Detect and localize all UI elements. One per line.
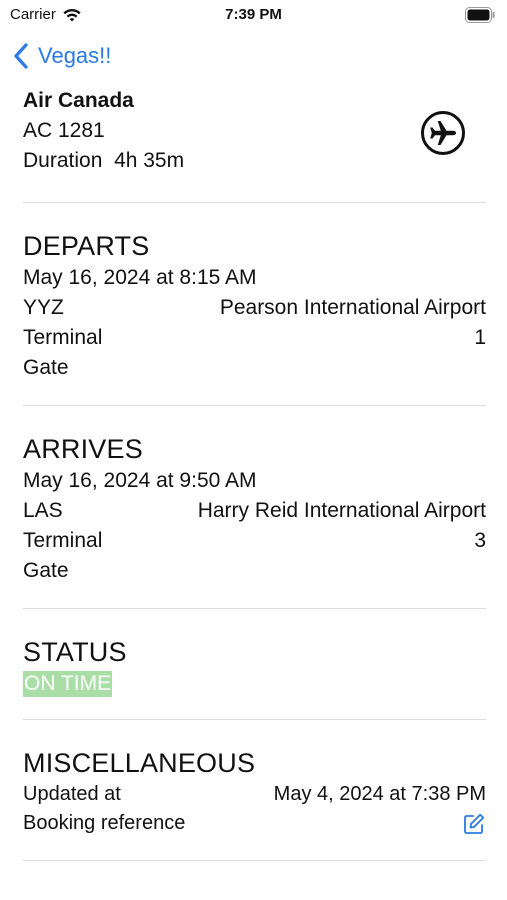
divider	[23, 719, 486, 720]
status-section: STATUS ON TIME	[23, 635, 486, 697]
divider	[23, 860, 486, 861]
flight-number: AC 1281	[23, 119, 105, 142]
status-bar: Carrier 7:39 PM	[0, 0, 507, 32]
departs-terminal-row: Terminal 1	[23, 323, 486, 353]
edit-icon[interactable]	[462, 812, 486, 836]
arrives-airport: Harry Reid International Airport	[197, 499, 486, 522]
departs-gate-row: Gate	[23, 353, 486, 383]
back-button[interactable]: Vegas!!	[12, 42, 111, 70]
updated-row: Updated at May 4, 2024 at 7:38 PM	[23, 780, 486, 809]
airplane-icon	[421, 111, 465, 155]
arrives-datetime: May 16, 2024 at 9:50 AM	[23, 469, 257, 492]
booking-label: Booking reference	[23, 812, 186, 834]
arrives-code: LAS	[23, 499, 63, 522]
updated-label: Updated at	[23, 783, 121, 805]
flight-duration: Duration 4h 35m	[23, 146, 486, 176]
divider	[23, 608, 486, 609]
duration-label: Duration	[23, 149, 103, 172]
arrives-gate-label: Gate	[23, 559, 69, 582]
arrives-title: ARRIVES	[23, 434, 143, 464]
departs-airport: Pearson International Airport	[219, 296, 486, 319]
departs-datetime: May 16, 2024 at 8:15 AM	[23, 266, 257, 289]
departs-terminal-label: Terminal	[23, 326, 103, 349]
misc-title: MISCELLANEOUS	[23, 748, 256, 778]
arrives-section: ARRIVES May 16, 2024 at 9:50 AM LAS Harr…	[23, 432, 486, 586]
battery-icon	[465, 7, 495, 23]
flight-details: Air Canada AC 1281 Duration 4h 35m DEPAR…	[23, 86, 486, 887]
arrives-terminal-label: Terminal	[23, 529, 103, 552]
arrives-terminal-row: Terminal 3	[23, 526, 486, 556]
back-label: Vegas!!	[38, 43, 112, 68]
departs-code: YYZ	[23, 296, 64, 319]
airline-name: Air Canada	[23, 89, 134, 112]
divider	[23, 202, 486, 203]
divider	[23, 405, 486, 406]
chevron-left-icon	[14, 43, 28, 69]
updated-value: May 4, 2024 at 7:38 PM	[273, 783, 486, 805]
misc-section: MISCELLANEOUS Updated at May 4, 2024 at …	[23, 746, 486, 838]
arrives-airport-row: LAS Harry Reid International Airport	[23, 496, 486, 526]
arrives-terminal-value: 3	[474, 529, 486, 552]
duration-value: 4h 35m	[114, 149, 185, 172]
booking-row: Booking reference	[23, 809, 486, 838]
departs-gate-label: Gate	[23, 356, 69, 379]
status-badge: ON TIME	[23, 671, 113, 697]
departs-terminal-value: 1	[474, 326, 486, 349]
departs-title: DEPARTS	[23, 231, 150, 261]
flight-header: Air Canada AC 1281 Duration 4h 35m	[23, 86, 486, 180]
arrives-gate-row: Gate	[23, 556, 486, 586]
departs-section: DEPARTS May 16, 2024 at 8:15 AM YYZ Pear…	[23, 229, 486, 383]
status-title: STATUS	[23, 637, 127, 667]
status-time: 7:39 PM	[225, 6, 282, 23]
departs-airport-row: YYZ Pearson International Airport	[23, 293, 486, 323]
